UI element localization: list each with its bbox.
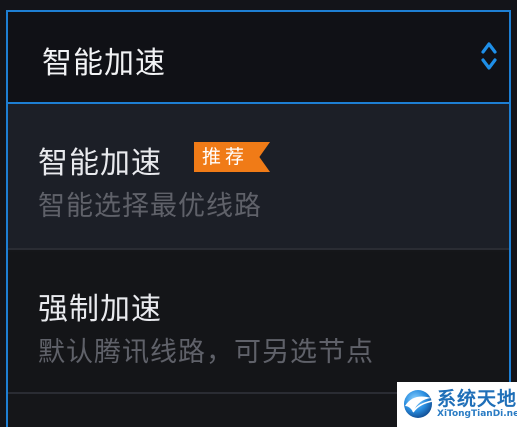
chevron-up-down-icon[interactable]: [479, 38, 499, 74]
option-description: 默认腾讯线路，可另选节点: [38, 337, 374, 368]
option-title: 智能加速: [38, 146, 162, 181]
option-smart-acceleration[interactable]: 智能加速 推荐 智能选择最优线路: [8, 104, 509, 250]
acceleration-mode-panel: 智能加速 智能加速 推荐 智能选择最优线路 强制加速 默认腾讯线路，可另选节点: [0, 0, 517, 427]
acceleration-mode-select[interactable]: 智能加速: [6, 10, 511, 102]
recommended-badge: 推荐: [194, 142, 271, 172]
option-description: 智能选择最优线路: [38, 191, 262, 222]
watermark-url: XiTongTianDi.net: [437, 409, 517, 419]
option-forced-acceleration[interactable]: 强制加速 默认腾讯线路，可另选节点: [8, 252, 509, 394]
acceleration-mode-dropdown: 智能加速 推荐 智能选择最优线路 强制加速 默认腾讯线路，可另选节点: [6, 102, 511, 427]
site-watermark: 系统天地 XiTongTianDi.net: [397, 382, 517, 427]
globe-bird-logo: [401, 386, 435, 420]
watermark-name: 系统天地: [437, 388, 517, 410]
option-title: 强制加速: [38, 292, 162, 327]
select-value: 智能加速: [42, 46, 166, 81]
